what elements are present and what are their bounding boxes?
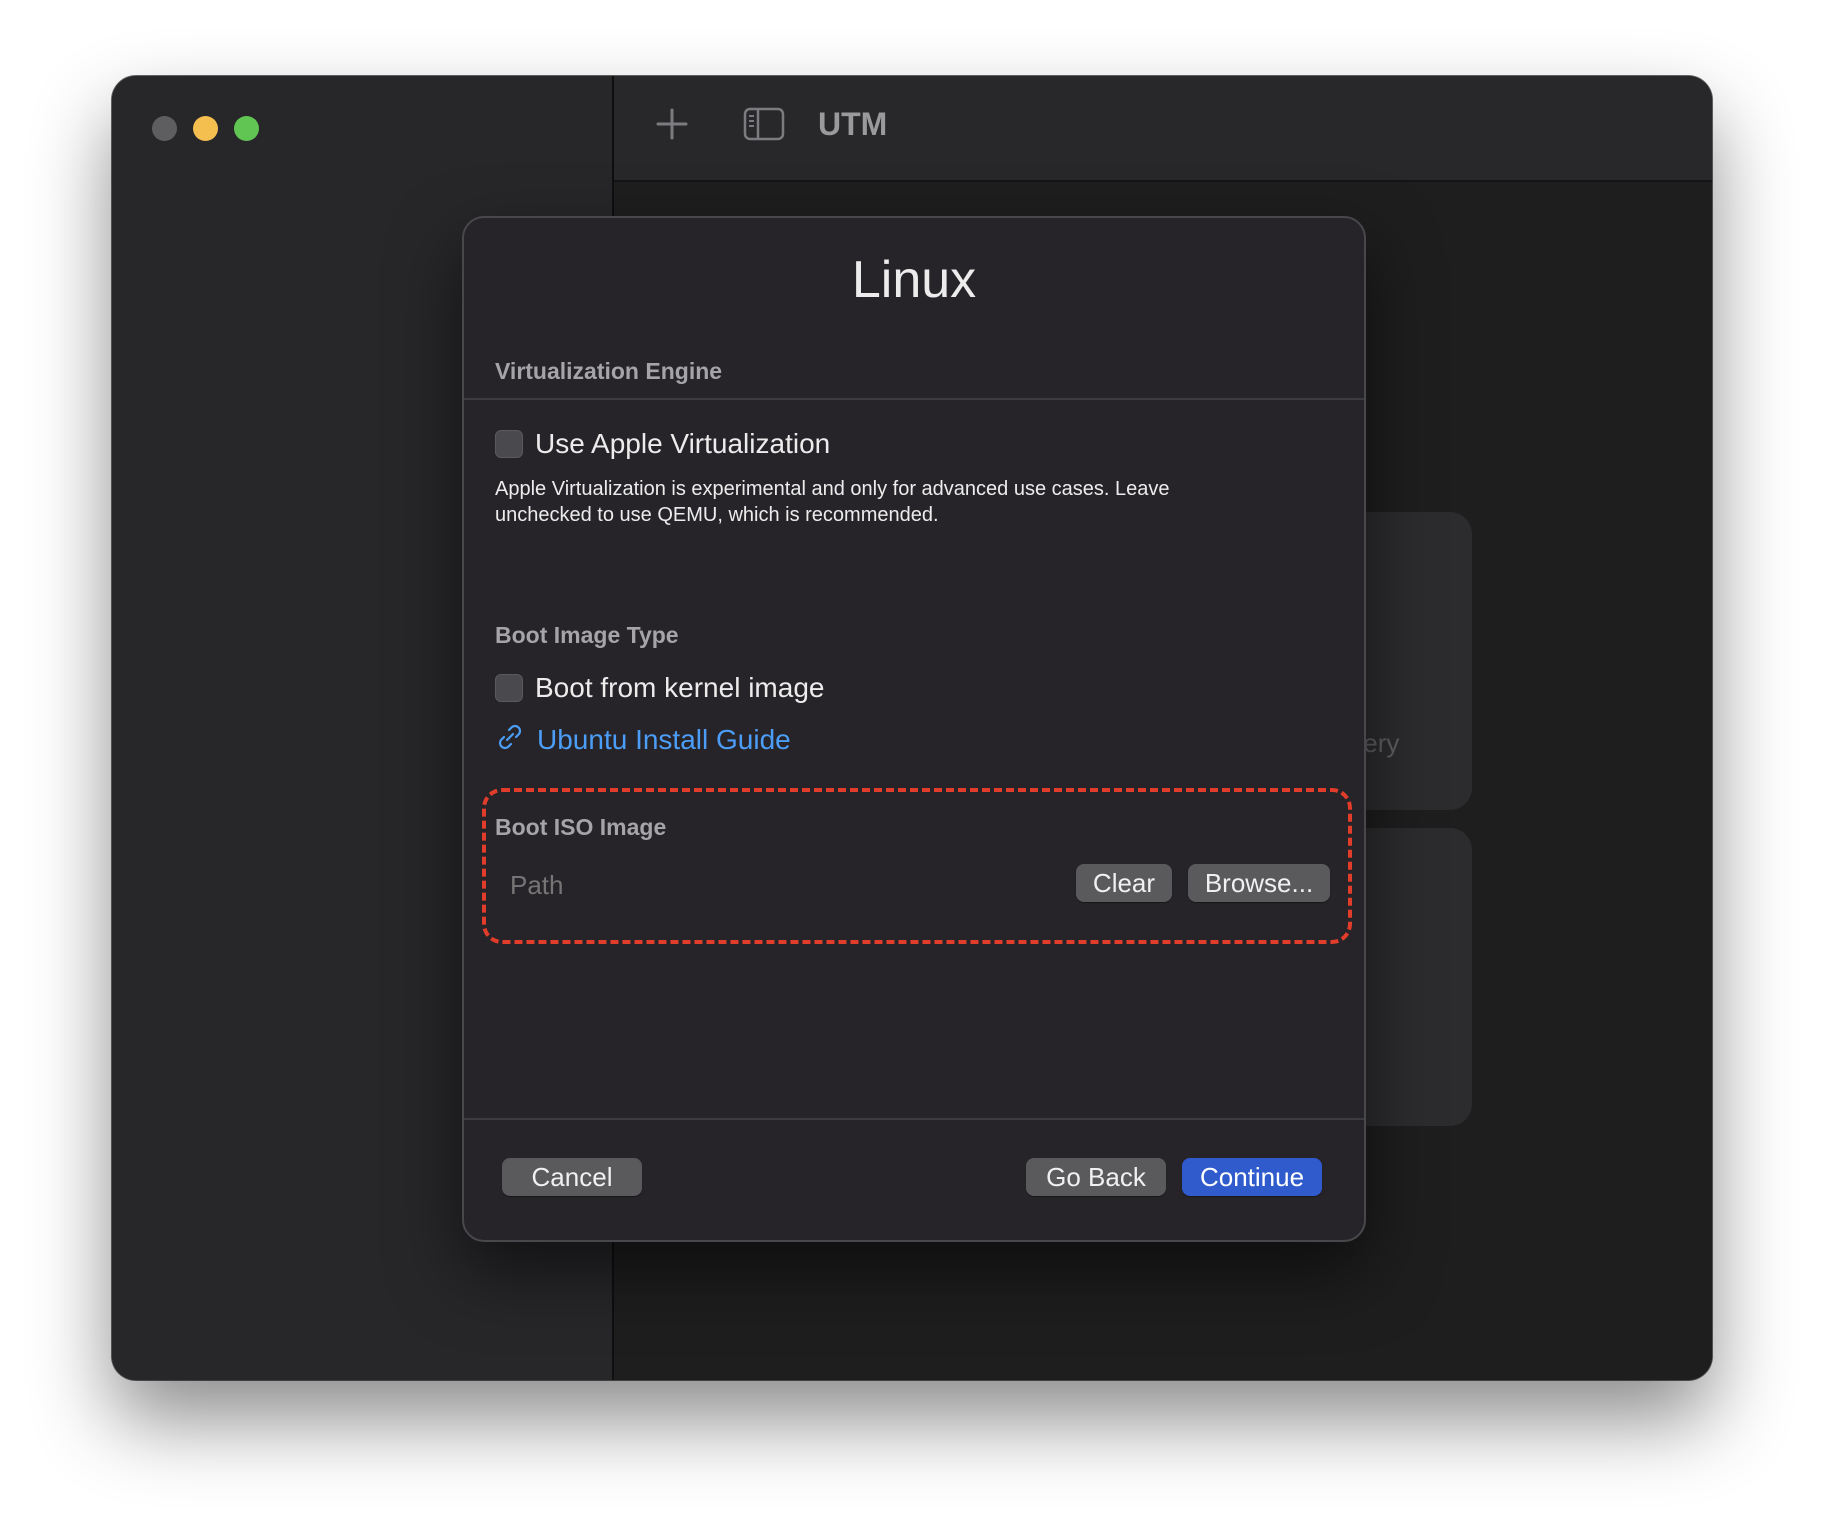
apple-virtualization-label[interactable]: Use Apple Virtualization <box>535 428 830 460</box>
virtualization-description: Apple Virtualization is experimental and… <box>495 478 1170 526</box>
linux-setup-dialog: Linux Virtualization Engine Use Apple Vi… <box>462 216 1366 1242</box>
link-icon <box>495 722 525 757</box>
apple-virtualization-checkbox[interactable] <box>495 430 523 458</box>
apple-virtualization-row[interactable]: Use Apple Virtualization <box>495 428 830 460</box>
ubuntu-install-guide-label[interactable]: Ubuntu Install Guide <box>537 724 791 756</box>
kernel-image-label[interactable]: Boot from kernel image <box>535 672 824 704</box>
window-title: UTM <box>818 106 888 142</box>
continue-button[interactable]: Continue <box>1182 1158 1322 1196</box>
cancel-button[interactable]: Cancel <box>502 1158 642 1196</box>
close-window-button[interactable] <box>152 116 177 141</box>
dialog-title: Linux <box>851 251 977 309</box>
boot-iso-highlight-annotation <box>482 788 1352 944</box>
plus-icon[interactable] <box>654 106 690 147</box>
minimize-window-button[interactable] <box>193 116 218 141</box>
kernel-image-row[interactable]: Boot from kernel image <box>495 672 824 704</box>
ubuntu-install-guide-link[interactable]: Ubuntu Install Guide <box>495 722 791 757</box>
section-divider <box>464 398 1364 400</box>
go-back-button[interactable]: Go Back <box>1026 1158 1166 1196</box>
kernel-image-checkbox[interactable] <box>495 674 523 702</box>
toolbar: UTM <box>614 76 1712 182</box>
virtualization-engine-label: Virtualization Engine <box>495 358 723 384</box>
window-controls <box>152 116 259 141</box>
sidebar-toggle-icon[interactable] <box>742 106 786 147</box>
footer-divider <box>464 1118 1364 1120</box>
boot-image-type-label: Boot Image Type <box>495 622 679 648</box>
zoom-window-button[interactable] <box>234 116 259 141</box>
